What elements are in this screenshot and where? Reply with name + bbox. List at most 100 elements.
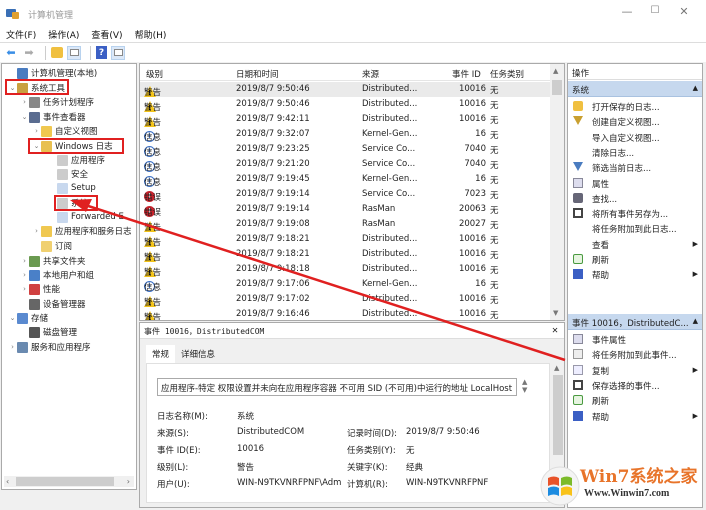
action-item[interactable]: 将所有事件另存为... (568, 206, 702, 221)
table-row[interactable]: ! 错误 2019/8/7 9:19:14 Service Co... 7023 无 (140, 187, 550, 203)
close-button[interactable]: ✕ (674, 5, 694, 18)
table-row[interactable]: 警告2019/8/7 9:17:02Distributed...10016无 (140, 292, 550, 309)
tree-item[interactable]: › 服务和应用程序 (8, 340, 91, 354)
action-item[interactable]: 清除日志... (568, 145, 702, 160)
close-detail-icon[interactable]: ✕ (552, 325, 558, 336)
menu-action[interactable]: 操作(A) (48, 28, 79, 41)
tree-item[interactable]: 计算机管理(本地) (8, 66, 97, 80)
event-list-scrollbar[interactable]: ▲ ▼ (550, 64, 564, 320)
scrollbar-thumb[interactable] (552, 80, 562, 95)
collapse-up-icon[interactable]: ▲ (693, 84, 698, 92)
tree-item[interactable]: 安全 (48, 167, 88, 181)
tree-item[interactable]: ⌄ 存储 (8, 311, 48, 325)
table-row[interactable]: 警告2019/8/7 9:18:21Distributed...10016无 (140, 247, 550, 264)
table-row[interactable]: i 信息 2019/8/7 9:32:07 Kernel-Gen... 16 无 (140, 127, 550, 143)
table-row[interactable]: 警告2019/8/7 9:18:21Distributed...10016无 (140, 232, 550, 249)
chevron-right-icon[interactable]: › (32, 227, 41, 235)
chevron-right-icon[interactable]: › (32, 127, 41, 135)
menu-file[interactable]: 文件(F) (6, 28, 36, 41)
back-arrow-icon[interactable]: ⬅ (4, 46, 18, 60)
scroll-down-icon[interactable]: ▼ (553, 309, 558, 317)
action-item[interactable]: 刷新 (568, 252, 702, 267)
tree-item[interactable]: 应用程序 (48, 153, 105, 167)
chevron-down-icon[interactable]: ⌄ (20, 113, 29, 121)
action-item[interactable]: 刷新 (568, 393, 702, 408)
scroll-left-icon[interactable]: ‹ (6, 477, 9, 486)
chevron-down-icon[interactable]: ⌄ (8, 314, 17, 322)
tab-general[interactable]: 常规 (146, 345, 176, 363)
task-value: 无 (406, 446, 415, 456)
action-item[interactable]: 查找... (568, 191, 702, 206)
scroll-up-icon[interactable]: ▲ (553, 67, 558, 75)
table-row[interactable]: i 信息 2019/8/7 9:21:20 Service Co... 7040 无 (140, 157, 550, 173)
tree-item[interactable]: › 共享文件夹 (20, 254, 86, 268)
action-item[interactable]: 帮助 ▶ (568, 267, 702, 282)
column-datetime[interactable]: 日期和时间 (236, 68, 279, 80)
maximize-button[interactable]: ☐ (645, 5, 665, 16)
event-message[interactable]: 应用程序-特定 权限设置并未向在应用程序容器 不可用 SID (不可用)中运行的… (157, 378, 517, 396)
tree-item[interactable]: ⌄ 事件查看器 (20, 110, 86, 124)
scrollbar-thumb[interactable] (553, 375, 563, 455)
table-row[interactable]: ! 错误 2019/8/7 9:19:14 RasMan 20063 无 (140, 202, 550, 218)
action-item[interactable]: 帮助 ▶ (568, 409, 702, 424)
action-item[interactable]: 将任务附加到此事件... (568, 347, 702, 362)
action-item[interactable]: 打开保存的日志... (568, 99, 702, 114)
scroll-up-icon[interactable]: ▲ (554, 364, 559, 372)
table-row[interactable]: 警告2019/8/7 9:18:18Distributed...10016无 (140, 262, 550, 279)
action-item[interactable]: 筛选当前日志... (568, 160, 702, 175)
table-row[interactable]: i 信息 2019/8/7 9:17:06 Kernel-Gen... 16 无 (140, 277, 550, 293)
tree-item[interactable]: Forwarded E (48, 210, 124, 224)
show-hide-action-pane-icon[interactable] (111, 45, 125, 60)
scroll-right-icon[interactable]: › (127, 477, 130, 486)
tree-item[interactable]: Setup (48, 181, 96, 195)
chevron-right-icon[interactable]: › (20, 98, 29, 106)
collapse-up-icon[interactable]: ▲ (693, 317, 698, 325)
up-folder-icon[interactable] (51, 47, 63, 58)
action-item[interactable]: 复制 ▶ (568, 363, 702, 378)
chevron-right-icon[interactable]: › (8, 343, 17, 351)
action-item[interactable]: 属性 (568, 176, 702, 191)
tree-item[interactable]: › 性能 (20, 282, 60, 296)
tree-item[interactable]: › 应用程序和服务日志 (32, 224, 132, 238)
table-row[interactable]: i 信息 2019/8/7 9:19:45 Kernel-Gen... 16 无 (140, 172, 550, 188)
table-row[interactable]: 警告2019/8/7 9:19:08RasMan20027无 (140, 217, 550, 234)
table-row[interactable]: i 信息 2019/8/7 9:23:25 Service Co... 7040 无 (140, 142, 550, 158)
chevron-right-icon[interactable]: › (20, 285, 29, 293)
action-item[interactable]: 创建自定义视图... (568, 114, 702, 129)
column-level[interactable]: 级别 (146, 68, 163, 80)
table-row[interactable]: 警告2019/8/7 9:42:11Distributed...10016无 (140, 112, 550, 129)
tree-horizontal-scrollbar[interactable]: ‹ › (4, 476, 134, 487)
table-row[interactable]: 警告2019/8/7 9:50:46Distributed...10016无 (140, 82, 550, 99)
show-hide-tree-icon[interactable] (67, 45, 81, 60)
message-scroll-icon[interactable]: ▲ ▼ (522, 378, 527, 394)
help-icon[interactable]: ? (96, 46, 107, 59)
action-item[interactable]: 将任务附加到此日志... (568, 221, 702, 236)
forward-arrow-icon[interactable]: ➡ (22, 46, 36, 60)
source-cell: Distributed... (362, 264, 418, 274)
tree-item[interactable]: 设备管理器 (20, 297, 86, 311)
minimize-button[interactable]: — (617, 5, 637, 18)
action-item[interactable]: 查看 ▶ (568, 237, 702, 252)
column-event-id[interactable]: 事件 ID (452, 68, 481, 80)
column-task-category[interactable]: 任务类别 (490, 68, 524, 80)
table-row[interactable]: 警告 2019/8/7 9:16:46 Distributed... 10016 无 (140, 307, 550, 320)
action-item[interactable]: 导入自定义视图... (568, 130, 702, 145)
menu-view[interactable]: 查看(V) (91, 28, 122, 41)
tree-item[interactable]: 订阅 (32, 239, 72, 253)
actions-section-header[interactable]: 事件 10016，DistributedC... ▲ (568, 314, 702, 330)
chevron-right-icon[interactable]: › (20, 271, 29, 279)
table-row[interactable]: 警告2019/8/7 9:50:46Distributed...10016无 (140, 97, 550, 114)
tree-item[interactable]: › 自定义视图 (32, 124, 98, 138)
tree-item[interactable]: 磁盘管理 (20, 325, 77, 339)
tree-item[interactable]: › 本地用户和组 (20, 268, 94, 282)
tab-details[interactable]: 详细信息 (175, 345, 221, 363)
scrollbar-thumb[interactable] (16, 477, 114, 486)
action-item[interactable]: 事件属性 (568, 332, 702, 347)
chevron-right-icon[interactable]: › (20, 257, 29, 265)
menu-help[interactable]: 帮助(H) (135, 28, 167, 41)
actions-section-header[interactable]: 系统 ▲ (568, 81, 702, 97)
tree-item[interactable]: › 任务计划程序 (20, 95, 94, 109)
disk-icon (29, 326, 40, 338)
column-source[interactable]: 来源 (362, 68, 379, 80)
action-item[interactable]: 保存选择的事件... (568, 378, 702, 393)
